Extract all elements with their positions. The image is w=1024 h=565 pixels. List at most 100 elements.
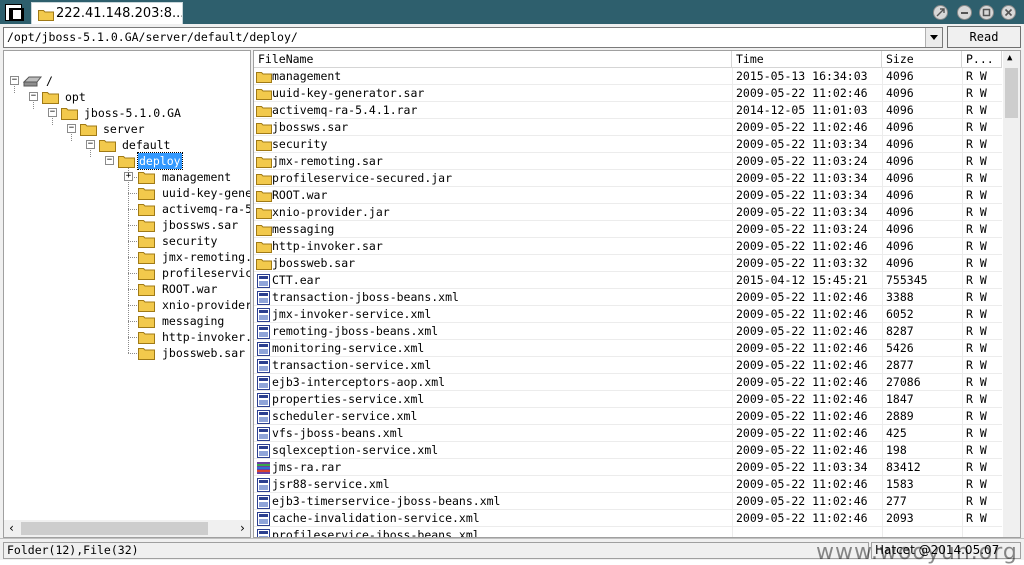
table-row[interactable]: vfs-jboss-beans.xml 2009-05-22 11:02:46 42… (254, 425, 1002, 442)
collapse-icon[interactable]: − (48, 108, 57, 117)
column-header-time[interactable]: Time (732, 51, 882, 68)
file-name: scheduler-service.xml (272, 409, 418, 423)
read-button[interactable]: Read (947, 26, 1021, 48)
file-permissions: R W (966, 137, 987, 151)
column-header-permissions[interactable]: P... (962, 51, 1002, 68)
file-time: 2009-05-22 11:02:46 (736, 307, 868, 321)
table-row[interactable]: remoting-jboss-beans.xml 2009-05-22 11:02… (254, 323, 1002, 340)
tree-line (128, 193, 137, 194)
file-permissions: R W (966, 443, 987, 457)
table-row[interactable]: CTT.ear 2015-04-12 15:45:21 755345 R W (254, 272, 1002, 289)
file-name: security (272, 137, 328, 151)
scroll-thumb[interactable] (21, 522, 208, 535)
table-row[interactable]: monitoring-service.xml 2009-05-22 11:02:4… (254, 340, 1002, 357)
file-time: 2009-05-22 11:02:46 (736, 358, 868, 372)
tab-session[interactable]: 222.41.148.203:8... (31, 2, 183, 25)
file-name: properties-service.xml (272, 392, 425, 406)
tree-node-label: security (162, 234, 218, 248)
tree-node-label: management (162, 170, 232, 184)
table-row[interactable]: properties-service.xml 2009-05-22 11:02:4… (254, 391, 1002, 408)
folder-icon (138, 268, 155, 280)
column-header-filename[interactable]: FileName (254, 51, 732, 68)
table-row[interactable]: transaction-jboss-beans.xml 2009-05-22 11… (254, 289, 1002, 306)
tree-line (128, 273, 137, 274)
restore-down-icon[interactable] (933, 5, 948, 20)
table-row[interactable]: activemq-ra-5.4.1.rar 2014-12-05 11:01:03… (254, 102, 1002, 119)
table-row[interactable]: ROOT.war 2009-05-22 11:03:34 4096 R W (254, 187, 1002, 204)
file-name: jms-ra.rar (272, 460, 342, 474)
file-name: transaction-jboss-beans.xml (272, 290, 459, 304)
path-combobox[interactable]: /opt/jboss-5.1.0.GA/server/default/deplo… (3, 27, 943, 48)
table-row[interactable]: xnio-provider.jar 2009-05-22 11:03:34 4096… (254, 204, 1002, 221)
tree-horizontal-scrollbar[interactable]: ‹ › (4, 520, 250, 537)
file-permissions: R W (966, 171, 987, 185)
close-icon[interactable] (1001, 5, 1016, 20)
file-time: 2009-05-22 11:02:46 (736, 341, 868, 355)
file-name: sqlexception-service.xml (272, 443, 439, 457)
collapse-icon[interactable]: − (29, 92, 38, 101)
table-row[interactable]: security 2009-05-22 11:03:34 4096 R W (254, 136, 1002, 153)
file-list-vertical-scrollbar[interactable]: ▲ (1003, 51, 1020, 537)
file-permissions: R W (966, 239, 987, 253)
table-row[interactable]: ejb3-interceptors-aop.xml 2009-05-22 11:0… (254, 374, 1002, 391)
file-time (732, 527, 882, 537)
folder-icon (138, 332, 155, 344)
tab-title: 222.41.148.203:8... (56, 6, 183, 21)
table-row[interactable]: profileservice-secured.jar 2009-05-22 11:… (254, 170, 1002, 187)
table-row[interactable]: ejb3-timerservice-jboss-beans.xml 2009-05… (254, 493, 1002, 510)
file-permissions: R W (966, 358, 987, 372)
file-size: 4096 (886, 120, 914, 134)
table-row[interactable]: cache-invalidation-service.xml 2009-05-22… (254, 510, 1002, 527)
file-name: jbossweb.sar (272, 256, 356, 270)
file-size: 4096 (886, 222, 914, 236)
minimize-icon[interactable] (957, 5, 972, 20)
table-row[interactable]: jbossws.sar 2009-05-22 11:02:46 4096 R W (254, 119, 1002, 136)
file-size: 6052 (886, 307, 914, 321)
table-row[interactable]: jmx-remoting.sar 2009-05-22 11:03:24 4096 R… (254, 153, 1002, 170)
file-time: 2009-05-22 11:02:46 (736, 375, 868, 389)
file-name: CTT.ear (272, 273, 321, 287)
file-list[interactable]: FileName Time Size P... management 2015-0… (253, 50, 1021, 538)
table-row[interactable]: http-invoker.sar 2009-05-22 11:02:46 4096 R… (254, 238, 1002, 255)
column-header-size[interactable]: Size (882, 51, 962, 68)
file-name: profileservice-secured.jar (272, 171, 453, 185)
file-size: 4096 (886, 103, 914, 117)
file-name: remoting-jboss-beans.xml (272, 324, 439, 338)
maximize-icon[interactable] (979, 5, 994, 20)
file-list-header: FileName Time Size P... (254, 51, 1002, 68)
table-row[interactable]: transaction-service.xml 2009-05-22 11:02:… (254, 357, 1002, 374)
collapse-icon[interactable]: − (86, 140, 95, 149)
table-row[interactable]: jms-ra.rar 2009-05-22 11:03:34 83412 R W (254, 459, 1002, 476)
chevron-down-icon[interactable] (925, 28, 942, 47)
file-size: 4096 (886, 171, 914, 185)
file-size: 4096 (886, 205, 914, 219)
collapse-icon[interactable]: − (105, 156, 114, 165)
scroll-right-icon[interactable]: › (239, 521, 246, 535)
window-menu-icon[interactable] (5, 4, 24, 21)
collapse-icon[interactable]: − (10, 76, 19, 85)
file-size: 2877 (886, 358, 914, 372)
scroll-up-icon[interactable]: ▲ (1007, 53, 1012, 63)
table-row[interactable]: uuid-key-generator.sar 2009-05-22 11:02:4… (254, 85, 1002, 102)
tree-node-label: messaging (162, 314, 225, 328)
scroll-thumb[interactable] (1005, 68, 1018, 118)
file-permissions: R W (966, 477, 987, 491)
table-row[interactable]: profileservice-jboss-beans.xml (254, 527, 1002, 537)
table-row[interactable]: jmx-invoker-service.xml 2009-05-22 11:02:… (254, 306, 1002, 323)
expand-icon[interactable]: + (124, 172, 133, 181)
app-window: 222.41.148.203:8... /opt/jboss-5.1.0.GA/… (0, 0, 1024, 565)
scroll-left-icon[interactable]: ‹ (8, 521, 15, 535)
folder-tree[interactable]: − / − opt − jboss-5.1.0.GA − server − de… (3, 50, 251, 538)
file-size: 755345 (886, 273, 928, 287)
table-row[interactable]: scheduler-service.xml 2009-05-22 11:02:46… (254, 408, 1002, 425)
table-row[interactable]: messaging 2009-05-22 11:03:24 4096 R W (254, 221, 1002, 238)
file-permissions: R W (966, 409, 987, 423)
folder-icon (138, 172, 155, 184)
file-permissions: R W (966, 307, 987, 321)
collapse-icon[interactable]: − (67, 124, 76, 133)
table-row[interactable]: sqlexception-service.xml 2009-05-22 11:02… (254, 442, 1002, 459)
file-permissions: R W (966, 392, 987, 406)
table-row[interactable]: management 2015-05-13 16:34:03 4096 R W (254, 68, 1002, 85)
table-row[interactable]: jsr88-service.xml 2009-05-22 11:02:46 1583… (254, 476, 1002, 493)
table-row[interactable]: jbossweb.sar 2009-05-22 11:03:32 4096 R W (254, 255, 1002, 272)
